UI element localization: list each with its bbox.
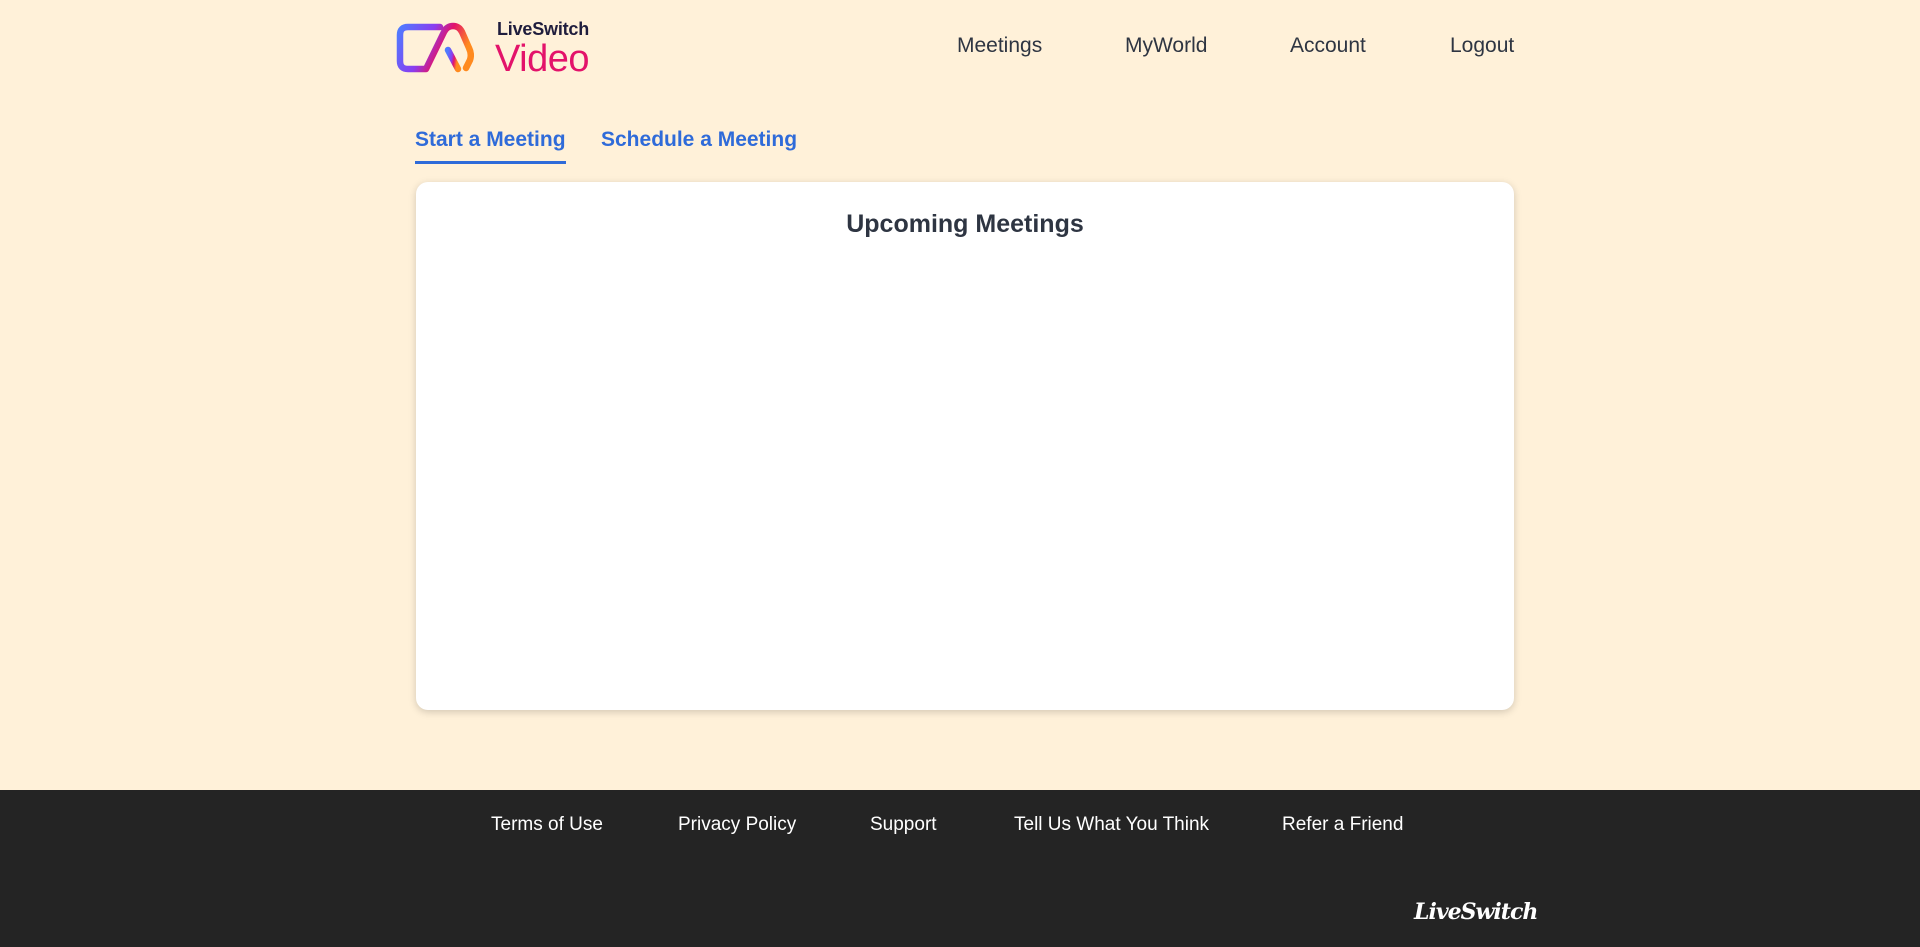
tab-schedule-a-meeting[interactable]: Schedule a Meeting (601, 128, 797, 161)
footer-liveswitch-logo[interactable]: LiveSwitch (1414, 899, 1538, 925)
nav-account[interactable]: Account (1290, 34, 1366, 58)
tab-start-a-meeting[interactable]: Start a Meeting (415, 128, 566, 164)
liveswitch-logo-icon (396, 22, 474, 73)
footer-link-support[interactable]: Support (870, 814, 937, 836)
footer: Terms of Use Privacy Policy Support Tell… (0, 790, 1920, 947)
footer-link-feedback[interactable]: Tell Us What You Think (1014, 814, 1209, 836)
footer-link-terms-of-use[interactable]: Terms of Use (491, 814, 603, 836)
nav-myworld[interactable]: MyWorld (1125, 34, 1207, 58)
nav-logout[interactable]: Logout (1450, 34, 1514, 58)
footer-links: Terms of Use Privacy Policy Support Tell… (0, 814, 1920, 844)
nav-meetings[interactable]: Meetings (957, 34, 1042, 58)
footer-link-refer-a-friend[interactable]: Refer a Friend (1282, 814, 1403, 836)
logo-product-text: Video (495, 38, 590, 80)
header: LiveSwitch Video Meetings MyWorld Accoun… (0, 0, 1920, 95)
footer-link-privacy-policy[interactable]: Privacy Policy (678, 814, 796, 836)
liveswitch-video-logo[interactable]: LiveSwitch Video (396, 18, 606, 80)
upcoming-meetings-card: Upcoming Meetings (416, 182, 1514, 710)
upcoming-meetings-title: Upcoming Meetings (846, 210, 1084, 238)
